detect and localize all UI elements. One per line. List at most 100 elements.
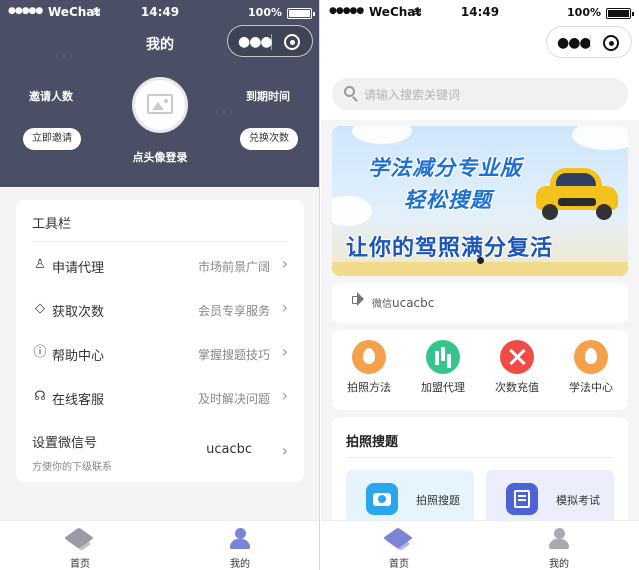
redeem-button[interactable]: 兑换次数 bbox=[240, 128, 298, 150]
cloud-decoration bbox=[352, 126, 412, 144]
action-label: 次数充值 bbox=[495, 381, 539, 394]
menu-subtitle: 方便你的下级联系 bbox=[32, 462, 112, 473]
user-icon bbox=[227, 527, 253, 549]
photo-search-section: 拍照搜题 拍照搜题 模拟考试 bbox=[332, 417, 628, 537]
mini-program-capsule: ●●● bbox=[227, 25, 313, 57]
action-recharge[interactable]: 次数充值 bbox=[482, 340, 552, 395]
tab-me[interactable]: 我的 bbox=[210, 527, 270, 570]
search-placeholder: 请输入搜索关键词 bbox=[364, 88, 461, 102]
status-bar: ●●●●● WeChat ≋ 14:49 100% bbox=[321, 0, 639, 26]
battery-percent: 100% bbox=[248, 6, 282, 19]
capsule-divider bbox=[590, 35, 591, 51]
battery-icon bbox=[606, 8, 634, 19]
car-windshield bbox=[556, 173, 596, 187]
fire-icon bbox=[574, 340, 608, 374]
chevron-right-icon: › bbox=[281, 386, 288, 405]
tab-label: 首页 bbox=[70, 559, 90, 570]
divider bbox=[346, 457, 614, 458]
banner-slogan: 让你的驾照满分复活 bbox=[346, 236, 554, 261]
more-icon[interactable]: ●●● bbox=[238, 34, 273, 50]
car-wheel bbox=[542, 204, 558, 220]
exam-icon bbox=[506, 483, 538, 515]
action-label: 加盟代理 bbox=[421, 381, 465, 394]
battery-percent: 100% bbox=[567, 6, 601, 19]
menu-hint: 掌握搜题技巧 bbox=[197, 348, 270, 362]
menu-get-credits[interactable]: ◇ 获取次数 会员专享服务 › bbox=[16, 288, 304, 332]
menu-label: 在线客服 bbox=[52, 393, 105, 408]
action-photo-method[interactable]: 拍照方法 bbox=[334, 340, 404, 395]
menu-label: 申请代理 bbox=[52, 261, 105, 276]
tab-label: 首页 bbox=[389, 559, 409, 570]
invite-button[interactable]: 立即邀请 bbox=[23, 128, 81, 150]
tab-bar: 首页 我的 bbox=[321, 520, 639, 570]
menu-label: 获取次数 bbox=[52, 305, 105, 320]
action-study-center[interactable]: 学法中心 bbox=[556, 340, 626, 395]
user-icon bbox=[546, 527, 572, 549]
profile-header: ●●●●● WeChat ≋ 14:49 100% 我的 ●●● 邀请人数 到期… bbox=[0, 0, 319, 187]
chevron-right-icon: › bbox=[281, 342, 288, 361]
toolbar-card: 工具栏 ♙ 申请代理 市场前景广阔 › ◇ 获取次数 会员专享服务 › ⓘ 帮助… bbox=[16, 200, 304, 482]
action-label: 拍照方法 bbox=[347, 381, 391, 394]
home-icon bbox=[386, 527, 412, 549]
tools-icon bbox=[500, 340, 534, 374]
close-mini-program-icon[interactable] bbox=[284, 34, 300, 50]
carousel-indicator[interactable] bbox=[477, 257, 484, 264]
menu-apply-agent[interactable]: ♙ 申请代理 市场前景广阔 › bbox=[16, 244, 304, 288]
search-input[interactable]: 请输入搜索关键词 bbox=[332, 78, 628, 110]
menu-help-center[interactable]: ⓘ 帮助中心 掌握搜题技巧 › bbox=[16, 332, 304, 376]
menu-hint: 会员专享服务 bbox=[197, 304, 270, 318]
menu-label: 帮助中心 bbox=[52, 349, 105, 364]
expire-time-label: 到期时间 bbox=[246, 90, 290, 103]
home-screen: ●●●●● WeChat ≋ 14:49 100% ●●● 请输入搜索关键词 学… bbox=[321, 0, 639, 570]
tab-home[interactable]: 首页 bbox=[50, 527, 110, 570]
capsule-divider bbox=[271, 34, 272, 50]
quick-actions: 拍照方法 加盟代理 次数充值 学法中心 bbox=[332, 330, 628, 410]
menu-hint: 市场前景广阔 bbox=[197, 260, 270, 274]
avatar[interactable] bbox=[132, 77, 188, 133]
banner-subheadline: 轻松搜题 bbox=[404, 188, 492, 212]
section-title: 拍照搜题 bbox=[346, 435, 399, 450]
cloud-decoration bbox=[572, 126, 628, 150]
menu-set-wechat[interactable]: 设置微信号 方便你的下级联系 ucacbc › bbox=[16, 420, 304, 480]
headset-icon: ☊ bbox=[34, 389, 46, 404]
tab-me[interactable]: 我的 bbox=[529, 527, 589, 570]
chevron-right-icon: › bbox=[281, 298, 288, 317]
car-wheel bbox=[596, 204, 612, 220]
wechat-id-value: ucacbc bbox=[206, 442, 252, 457]
grass-decoration bbox=[332, 262, 628, 276]
status-bar: ●●●●● WeChat ≋ 14:49 100% bbox=[0, 0, 319, 26]
profile-screen: ●●●●● WeChat ≋ 14:49 100% 我的 ●●● 邀请人数 到期… bbox=[0, 0, 320, 570]
menu-online-support[interactable]: ☊ 在线客服 及时解决问题 › bbox=[16, 376, 304, 420]
action-join-agent[interactable]: 加盟代理 bbox=[408, 340, 478, 395]
more-icon[interactable]: ●●● bbox=[557, 35, 592, 51]
tab-home[interactable]: 首页 bbox=[369, 527, 429, 570]
feature-label: 拍照搜题 bbox=[416, 494, 460, 507]
invite-count-label: 邀请人数 bbox=[29, 90, 73, 103]
speaker-icon bbox=[352, 292, 364, 306]
menu-label: 设置微信号 bbox=[32, 436, 98, 451]
fire-icon bbox=[352, 340, 386, 374]
search-icon bbox=[344, 86, 355, 97]
chevron-right-icon: › bbox=[281, 254, 288, 273]
feature-label: 模拟考试 bbox=[556, 494, 600, 507]
chevron-right-icon: › bbox=[281, 441, 288, 460]
menu-hint: 及时解决问题 bbox=[197, 392, 270, 406]
notice-prefix: 微信 bbox=[372, 299, 392, 310]
car-grill bbox=[558, 198, 596, 206]
notice-text: 微信ucacbc bbox=[372, 295, 434, 310]
tab-label: 我的 bbox=[230, 559, 250, 570]
notice-bar: 微信ucacbc bbox=[332, 283, 628, 323]
alert-circle-icon: ⓘ bbox=[33, 345, 47, 360]
mini-program-capsule: ●●● bbox=[546, 26, 632, 58]
bar-chart-icon bbox=[426, 340, 460, 374]
close-mini-program-icon[interactable] bbox=[603, 35, 619, 51]
tab-label: 我的 bbox=[549, 559, 569, 570]
camera-icon bbox=[366, 483, 398, 515]
promo-banner[interactable]: 学法减分专业版 轻松搜题 让你的驾照满分复活 bbox=[332, 126, 628, 276]
person-icon: ♙ bbox=[34, 257, 46, 272]
diamond-icon: ◇ bbox=[35, 301, 45, 316]
car-illustration bbox=[536, 164, 618, 222]
notice-value: ucacbc bbox=[392, 296, 435, 310]
divider bbox=[32, 241, 288, 242]
image-placeholder-icon bbox=[147, 94, 173, 114]
